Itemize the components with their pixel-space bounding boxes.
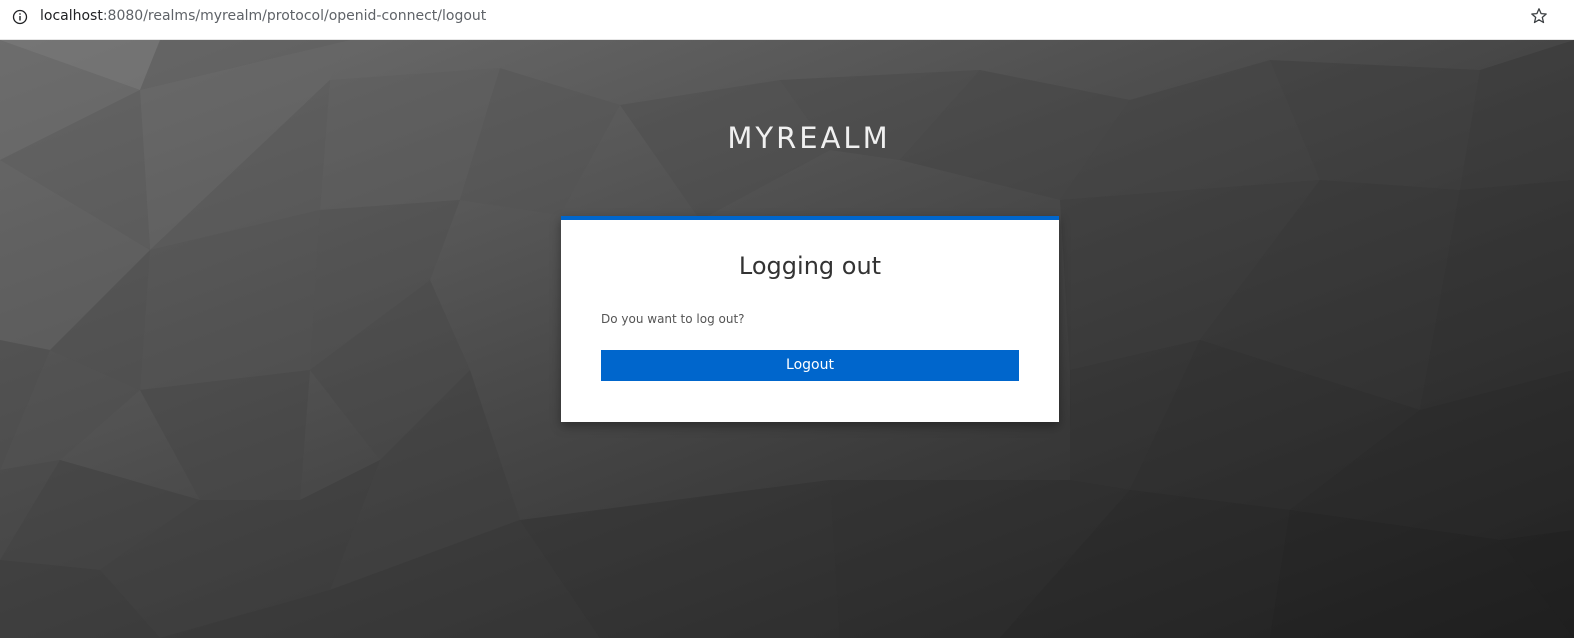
browser-address-bar: localhost:8080/realms/myrealm/protocol/o… <box>0 0 1574 40</box>
card-title: Logging out <box>738 252 882 280</box>
realm-name: MYREALM <box>727 121 891 155</box>
url-host: localhost <box>40 8 103 24</box>
url-field[interactable]: localhost:8080/realms/myrealm/protocol/o… <box>40 7 486 25</box>
logout-card: Logging out Do you want to log out? Logo… <box>561 216 1059 422</box>
logout-question: Do you want to log out? <box>601 312 745 326</box>
info-icon[interactable] <box>12 9 28 25</box>
star-icon[interactable] <box>1530 7 1548 25</box>
url-path: :8080/realms/myrealm/protocol/openid-con… <box>102 8 487 24</box>
logout-button[interactable]: Logout <box>601 350 1019 381</box>
